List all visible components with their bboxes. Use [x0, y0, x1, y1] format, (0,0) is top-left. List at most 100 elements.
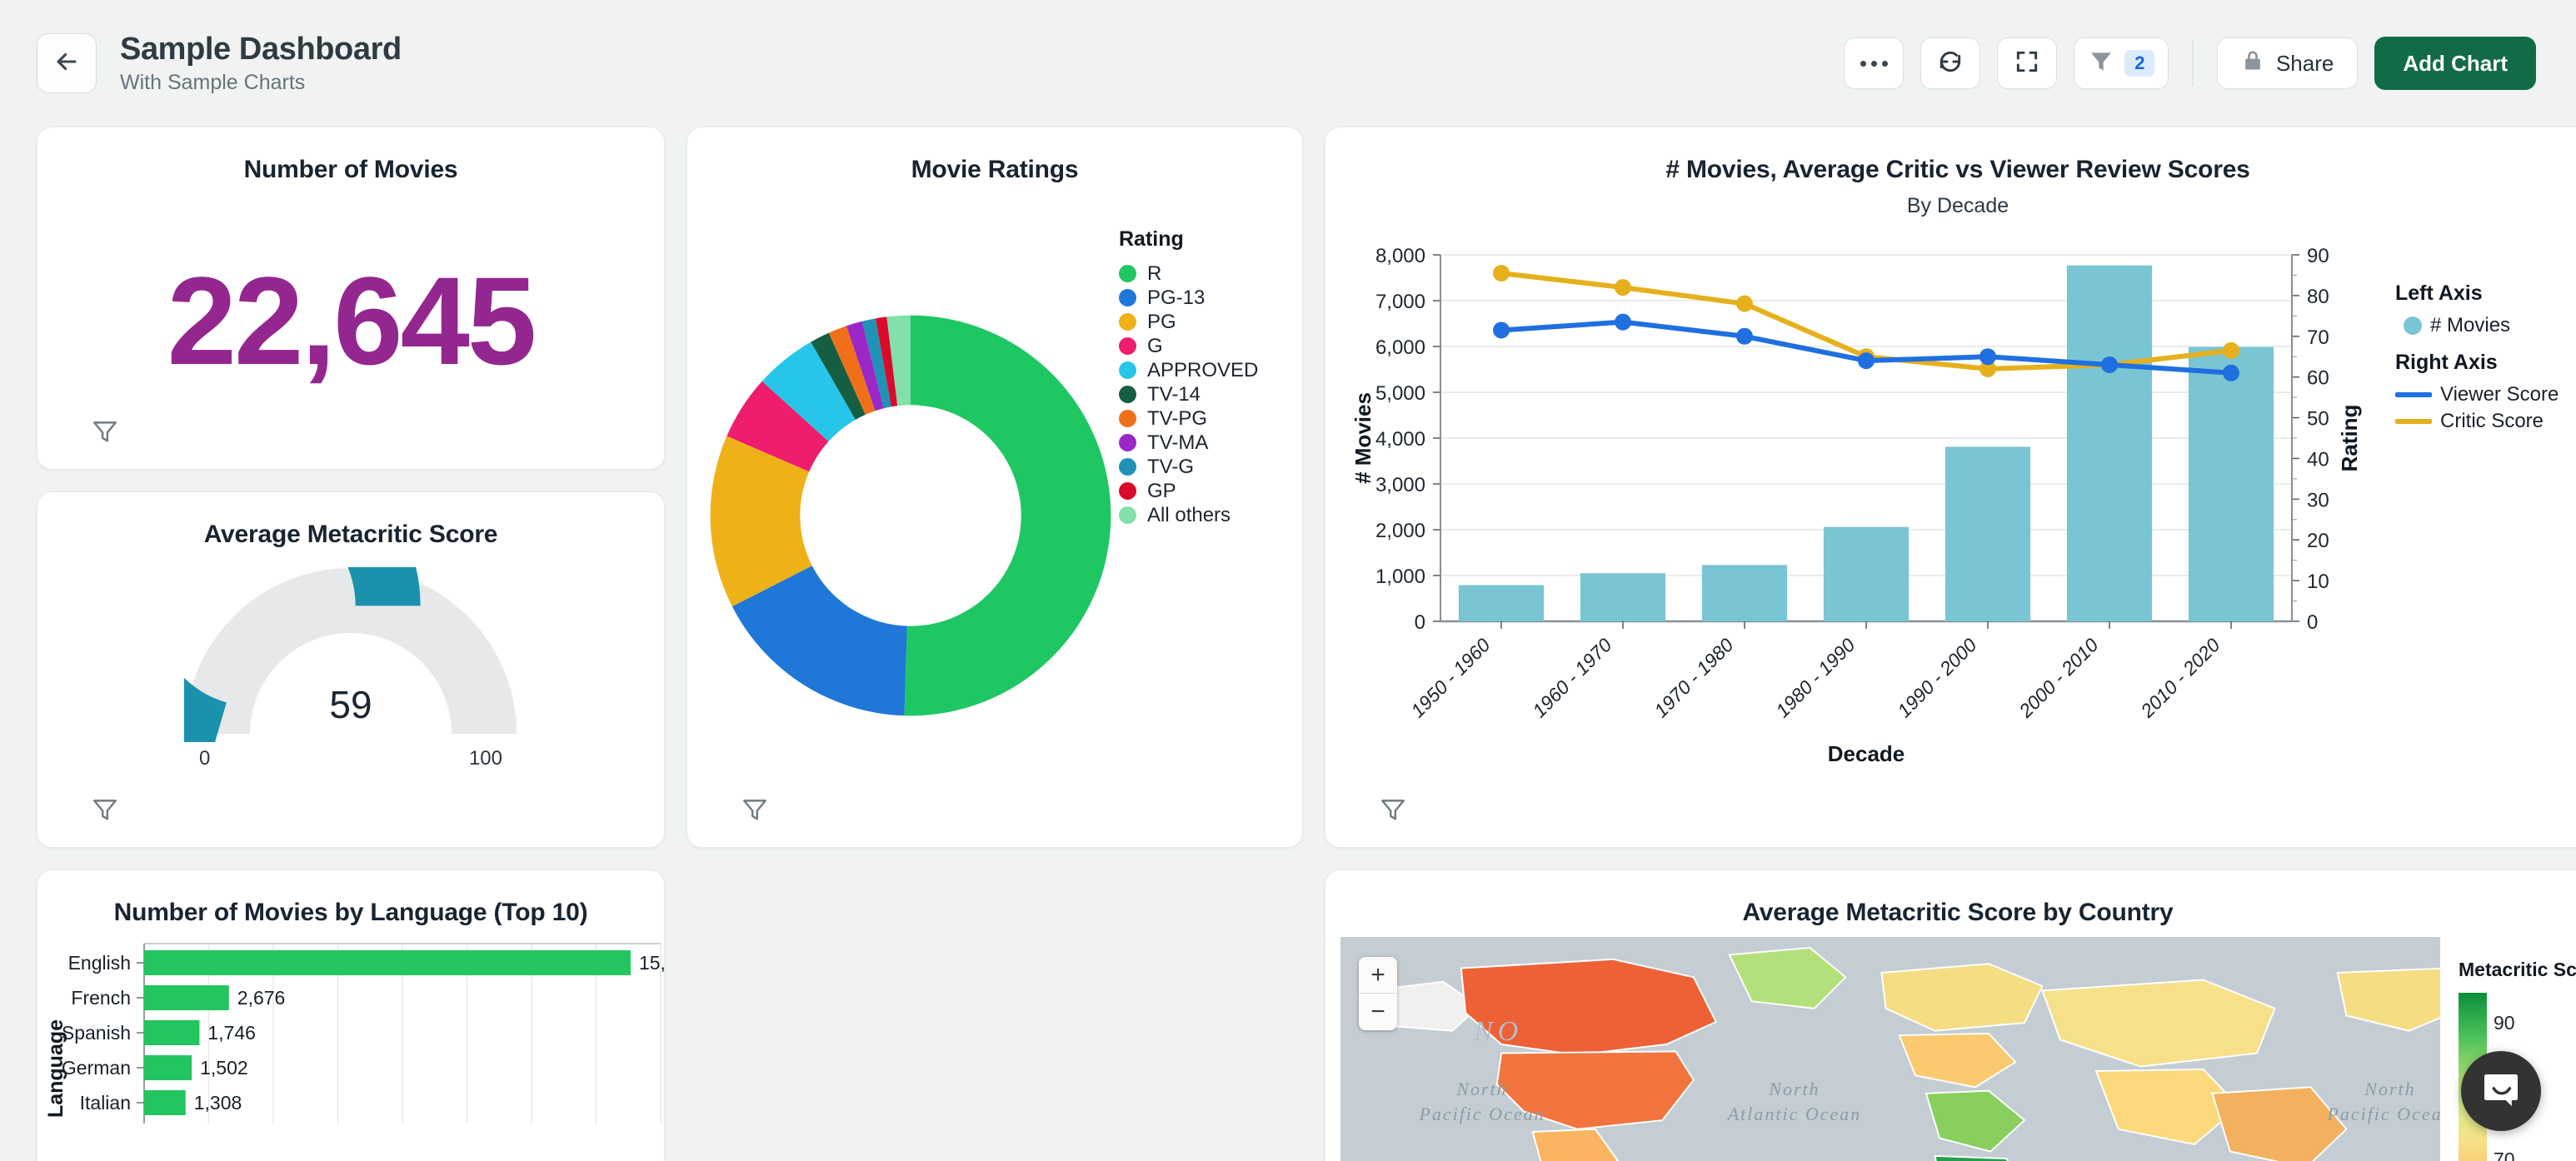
svg-text:Rating: Rating — [2337, 405, 2362, 472]
legend-color-dot-icon — [1119, 410, 1136, 427]
legend-item-viewer-score[interactable]: Viewer Score — [2395, 381, 2572, 408]
svg-text:English: English — [68, 952, 131, 974]
svg-text:40: 40 — [2307, 448, 2329, 471]
svg-text:1960 - 1970: 1960 - 1970 — [1528, 634, 1615, 721]
svg-text:7,000: 7,000 — [1375, 291, 1425, 313]
fullscreen-icon — [2014, 48, 2040, 79]
gauge-title: Average Metacritic Score — [203, 521, 498, 548]
svg-text:15,352: 15,352 — [639, 952, 665, 974]
combo-title: # Movies, Average Critic vs Viewer Revie… — [1665, 156, 2250, 183]
legend-label: G — [1147, 334, 1163, 357]
gauge-wrap: 59 0 100 — [37, 492, 664, 847]
svg-text:2,000: 2,000 — [1375, 520, 1425, 542]
title-block: Sample Dashboard With Sample Charts — [120, 32, 402, 94]
toolbar-divider — [2192, 40, 2194, 87]
ellipsis-icon — [1860, 60, 1888, 67]
funnel-icon[interactable] — [741, 795, 769, 824]
legend-color-dot-icon — [1119, 313, 1136, 331]
series-line-icon — [2395, 392, 2432, 397]
legend-label: GP — [1147, 479, 1176, 502]
legend-color-dot-icon — [1119, 386, 1136, 403]
gauge-chart: 59 — [88, 492, 517, 765]
map-zoom-out-button[interactable]: − — [1359, 994, 1397, 1030]
legend-item-pg-13[interactable]: PG-13 — [1119, 286, 1287, 310]
combo-body: 0 1,000 2,000 3,000 4,000 5,000 6,000 7,000 8,00… — [1325, 218, 2576, 847]
legend-item-g[interactable]: G — [1119, 334, 1287, 358]
svg-text:Spanish: Spanish — [62, 1022, 131, 1044]
svg-text:German: German — [62, 1057, 131, 1079]
svg-text:60: 60 — [2307, 367, 2329, 390]
share-button[interactable]: Share — [2216, 37, 2359, 89]
svg-text:2010 - 2020: 2010 - 2020 — [2136, 634, 2224, 722]
card-metacritic-by-country: Average Metacritic Score by Country Nort… — [1325, 870, 2576, 1161]
column-left: Number of Movies 22,645 Average Metacrit… — [37, 127, 665, 1161]
donut-legend-title: Rating — [1119, 227, 1184, 251]
legend-item-tv-g[interactable]: TV-G — [1119, 455, 1287, 479]
funnel-icon[interactable] — [91, 795, 119, 824]
legend-label-viewer-score: Viewer Score — [2440, 383, 2559, 406]
chat-bubble-icon — [2481, 1069, 2521, 1114]
svg-text:30: 30 — [2307, 489, 2329, 511]
filter-icon — [2088, 48, 2114, 79]
combo-legend-right-heading: Right Axis — [2395, 351, 2498, 374]
map-title: Average Metacritic Score by Country — [1742, 899, 2174, 926]
svg-text:Language: Language — [44, 1019, 67, 1118]
donut-chart — [702, 184, 1119, 847]
map-body: North Pacific Ocean North Atlantic Ocean N… — [1325, 927, 2576, 1161]
svg-text:French: French — [71, 987, 131, 1009]
legend-item-tv-14[interactable]: TV-14 — [1119, 382, 1287, 406]
legend-item-movies[interactable]: # Movies — [2395, 312, 2572, 339]
legend-item-approved[interactable]: APPROVED — [1119, 358, 1287, 382]
chat-widget-button[interactable] — [2461, 1051, 2541, 1131]
donut-title: Movie Ratings — [911, 156, 1079, 183]
svg-text:70: 70 — [2307, 326, 2329, 349]
fullscreen-button[interactable] — [1997, 37, 2058, 89]
svg-text:20: 20 — [2307, 530, 2329, 552]
refresh-button[interactable] — [1920, 37, 1981, 89]
legend-item-gp[interactable]: GP — [1119, 479, 1287, 503]
refresh-icon — [1937, 48, 1964, 79]
legend-item-r[interactable]: R — [1119, 262, 1287, 286]
legend-label: TV-MA — [1147, 431, 1209, 454]
combo-subtitle: By Decade — [1906, 194, 2009, 217]
svg-text:1980 - 1990: 1980 - 1990 — [1771, 634, 1859, 721]
svg-text:50: 50 — [2307, 408, 2329, 431]
legend-label: All others — [1147, 503, 1231, 526]
add-chart-button[interactable]: Add Chart — [2374, 37, 2536, 90]
map-legend-tick-90: 90 — [2494, 1012, 2515, 1034]
legend-item-all-others[interactable]: All others — [1119, 503, 1287, 527]
svg-text:1,308: 1,308 — [194, 1092, 242, 1114]
series-line-icon — [2395, 419, 2432, 424]
legend-label: APPROVED — [1147, 358, 1259, 381]
svg-text:0: 0 — [2307, 611, 2318, 634]
legend-item-tv-pg[interactable]: TV-PG — [1119, 406, 1287, 431]
legend-item-tv-ma[interactable]: TV-MA — [1119, 431, 1287, 455]
more-options-button[interactable] — [1844, 37, 1905, 89]
svg-text:2,676: 2,676 — [237, 987, 286, 1009]
funnel-icon[interactable] — [91, 417, 119, 446]
donut-body: Rating R PG-13 PG G APPROVED TV-14 TV-PG TV-MA T… — [687, 184, 1302, 847]
svg-text:1990 - 2000: 1990 - 2000 — [1893, 634, 1980, 721]
combo-chart: 0 1,000 2,000 3,000 4,000 5,000 6,000 7,000 8,00… — [1334, 230, 2384, 847]
map-legend-title: Metacritic Scor — [2459, 959, 2576, 980]
funnel-icon[interactable] — [1379, 795, 1407, 824]
card-movies-by-language: Number of Movies by Language (Top 10) En… — [37, 870, 665, 1161]
language-chart-title: Number of Movies by Language (Top 10) — [113, 899, 588, 926]
svg-text:1,000: 1,000 — [1375, 566, 1425, 588]
back-button[interactable] — [37, 33, 97, 93]
legend-color-dot-icon — [1119, 289, 1136, 306]
svg-text:6,000: 6,000 — [1375, 336, 1425, 359]
legend-item-pg[interactable]: PG — [1119, 310, 1287, 334]
svg-text:1970 - 1980: 1970 - 1980 — [1650, 634, 1737, 721]
legend-color-dot-icon — [1119, 458, 1136, 476]
svg-text:4,000: 4,000 — [1375, 428, 1425, 451]
card-movies-critic-vs-viewer: # Movies, Average Critic vs Viewer Revie… — [1325, 127, 2576, 848]
world-map[interactable]: North Pacific Ocean North Atlantic Ocean N… — [1340, 937, 2440, 1161]
legend-item-critic-score[interactable]: Critic Score — [2395, 408, 2572, 435]
legend-label: PG-13 — [1147, 286, 1206, 309]
combo-legend: Left Axis # Movies Right Axis Viewer Sco… — [2384, 230, 2572, 847]
series-dot-icon — [2404, 316, 2422, 335]
map-zoom-in-button[interactable]: + — [1359, 957, 1397, 994]
filter-button[interactable]: 2 — [2074, 37, 2169, 89]
svg-text:1950 - 1960: 1950 - 1960 — [1406, 634, 1494, 721]
